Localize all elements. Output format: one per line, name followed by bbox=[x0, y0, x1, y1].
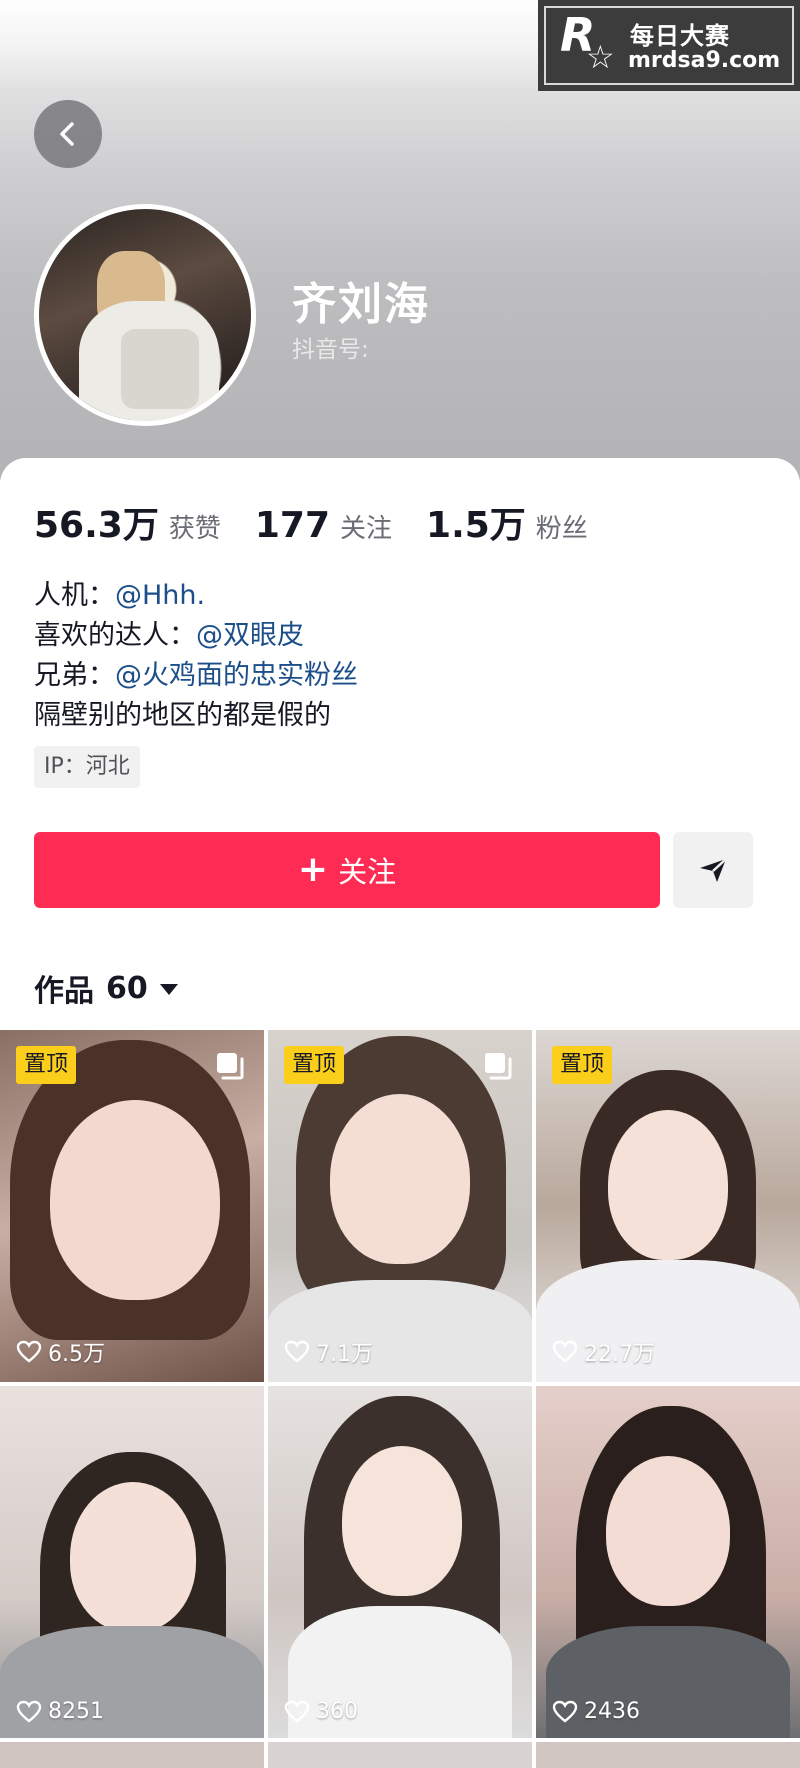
video-tile[interactable]: 置顶 22.7万 bbox=[536, 1030, 800, 1382]
plus-icon: + bbox=[297, 849, 329, 890]
watermark-logo: R ☆ 每日大赛 mrdsa9.com bbox=[538, 0, 800, 91]
stat-following-label: 关注 bbox=[340, 514, 393, 544]
video-tile[interactable] bbox=[0, 1742, 264, 1768]
video-tile[interactable] bbox=[268, 1742, 532, 1768]
pinned-badge: 置顶 bbox=[552, 1046, 613, 1084]
like-count: 360 bbox=[284, 1699, 358, 1724]
mention-link[interactable]: @Hhh. bbox=[115, 580, 205, 611]
like-count: 7.1万 bbox=[284, 1336, 373, 1368]
video-tile[interactable]: 2436 bbox=[536, 1386, 800, 1738]
stat-followers[interactable]: 1.5万 粉丝 bbox=[426, 496, 588, 548]
heart-icon bbox=[552, 1340, 578, 1363]
share-button[interactable] bbox=[673, 832, 753, 908]
mention-link[interactable]: @双眼皮 bbox=[196, 620, 304, 651]
like-count-text: 22.7万 bbox=[584, 1342, 655, 1367]
bio-text: 喜欢的达人： bbox=[34, 620, 196, 651]
pinned-badge: 置顶 bbox=[284, 1046, 345, 1084]
like-count-text: 6.5万 bbox=[48, 1342, 105, 1367]
bio-text: 人机： bbox=[34, 580, 115, 611]
like-count-text: 2436 bbox=[584, 1699, 640, 1724]
like-count: 8251 bbox=[16, 1699, 104, 1724]
like-count: 2436 bbox=[552, 1699, 640, 1724]
heart-icon bbox=[284, 1700, 310, 1723]
stat-following-value: 177 bbox=[254, 505, 330, 546]
video-tile[interactable] bbox=[536, 1742, 800, 1768]
like-count: 22.7万 bbox=[552, 1336, 655, 1368]
stat-following[interactable]: 177 关注 bbox=[255, 505, 392, 546]
video-tile[interactable]: 置顶 7.1万 bbox=[268, 1030, 532, 1382]
stat-followers-value: 1.5万 bbox=[426, 505, 526, 546]
heart-icon bbox=[552, 1700, 578, 1723]
stat-likes-label: 获赞 bbox=[168, 514, 221, 544]
bio-line: 喜欢的达人：@双眼皮 bbox=[34, 616, 358, 656]
watermark-cn-text: 每日大赛 bbox=[630, 22, 730, 50]
like-count-text: 8251 bbox=[48, 1699, 104, 1724]
avatar[interactable] bbox=[34, 204, 256, 426]
stat-followers-label: 粉丝 bbox=[535, 514, 588, 544]
bio-text: 兄弟： bbox=[34, 660, 115, 691]
watermark-site-text: mrdsa9.com bbox=[628, 48, 781, 73]
watermark-emblem: R ☆ bbox=[560, 8, 615, 76]
profile-header: R ☆ 每日大赛 mrdsa9.com 齐刘海 抖音号: bbox=[0, 0, 800, 480]
bio-line: 隔壁别的地区的都是假的 bbox=[34, 700, 331, 731]
send-icon bbox=[700, 858, 727, 882]
bio: 人机：@Hhh. 喜欢的达人：@双眼皮 兄弟：@火鸡面的忠实粉丝 隔壁别的地区的… bbox=[34, 576, 358, 736]
bio-line: 兄弟：@火鸡面的忠实粉丝 bbox=[34, 656, 358, 696]
like-count: 6.5万 bbox=[16, 1336, 105, 1368]
pinned-badge: 置顶 bbox=[16, 1046, 77, 1084]
stats-row: 56.3万 获赞 177 关注 1.5万 粉丝 bbox=[34, 496, 622, 548]
stat-likes[interactable]: 56.3万 获赞 bbox=[34, 496, 221, 548]
douyin-id-label: 抖音号: bbox=[292, 337, 369, 363]
video-tile[interactable]: 8251 bbox=[0, 1386, 264, 1738]
heart-icon bbox=[16, 1340, 42, 1363]
video-tile[interactable]: 置顶 6.5万 bbox=[0, 1030, 264, 1382]
stack-icon bbox=[217, 1053, 244, 1080]
works-count: 60 bbox=[106, 970, 148, 1006]
caret-down-icon bbox=[159, 984, 178, 995]
works-label: 作品 bbox=[34, 974, 94, 1009]
mention-link[interactable]: @火鸡面的忠实粉丝 bbox=[115, 660, 358, 691]
back-button[interactable] bbox=[34, 100, 102, 168]
follow-button[interactable]: + 关注 bbox=[34, 832, 660, 908]
profile-card: 56.3万 获赞 177 关注 1.5万 粉丝 人机：@Hhh. 喜欢的达人：@… bbox=[0, 458, 800, 1768]
heart-icon bbox=[16, 1700, 42, 1723]
chevron-left-icon bbox=[60, 122, 74, 146]
like-count-text: 360 bbox=[316, 1699, 358, 1724]
profile-name: 齐刘海 bbox=[292, 279, 430, 330]
like-count-text: 7.1万 bbox=[316, 1342, 373, 1367]
stat-likes-value: 56.3万 bbox=[34, 505, 159, 546]
stack-icon bbox=[485, 1053, 512, 1080]
bio-line: 人机：@Hhh. bbox=[34, 576, 358, 616]
tab-works[interactable]: 作品 60 bbox=[34, 966, 180, 1010]
video-tile[interactable]: 360 bbox=[268, 1386, 532, 1738]
follow-label: 关注 bbox=[338, 855, 397, 889]
ip-location-tag: IP：河北 bbox=[34, 746, 140, 788]
heart-icon bbox=[284, 1340, 310, 1363]
